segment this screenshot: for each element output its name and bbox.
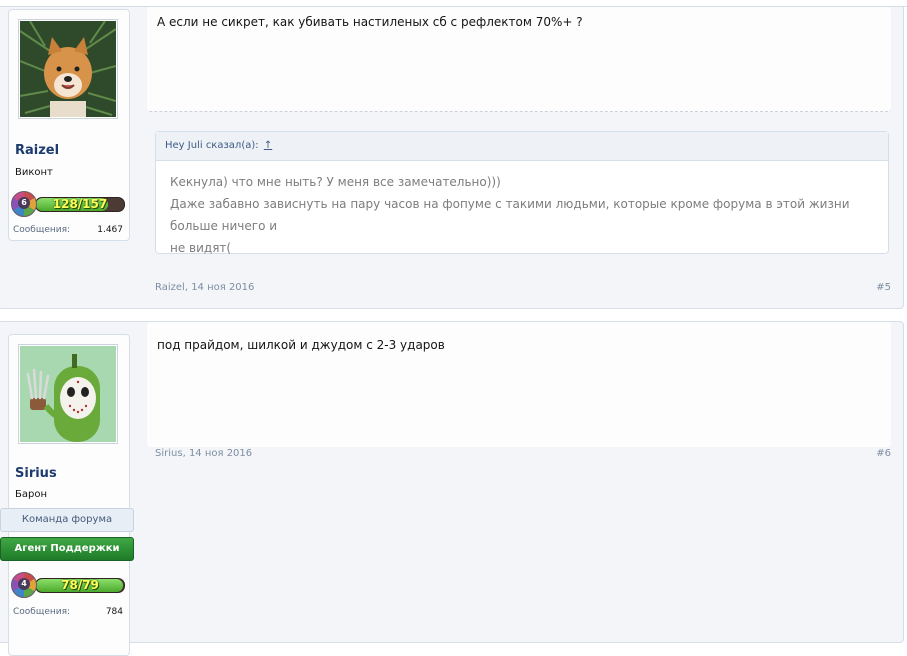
- level-bar: 78/79 4: [11, 572, 129, 598]
- user-info-panel: Raizel Виконт 128/157 6 Сообщения: 1.467: [8, 9, 130, 241]
- post-meta: Sirius, 14 ноя 2016: [155, 448, 253, 459]
- quote-line: Кекнула) что мне ныть? У меня все замеча…: [170, 175, 501, 189]
- message-count-value: 784: [105, 607, 123, 617]
- xp-text: 78/79: [61, 578, 99, 592]
- quote-said: сказал(а):: [205, 140, 259, 151]
- post-date[interactable]: 14 ноя 2016: [191, 282, 254, 293]
- level-number: 4: [18, 578, 30, 590]
- user-title: Барон: [15, 489, 47, 500]
- post-date[interactable]: 14 ноя 2016: [189, 448, 252, 459]
- quote-jump-link[interactable]: ↑: [264, 140, 272, 151]
- message-content: под прайдом, шилкой и джудом с 2-3 ударо…: [147, 322, 891, 447]
- avatar[interactable]: [18, 344, 118, 444]
- quote-header: Hey Juli сказал(а): ↑: [156, 132, 888, 161]
- quote-block: Hey Juli сказал(а): ↑ Кекнула) что мне н…: [155, 131, 889, 255]
- avatar-image-dog: [20, 21, 116, 117]
- username[interactable]: Sirius: [15, 466, 57, 481]
- avatar-image-monster: [20, 346, 116, 442]
- quote-body: Кекнула) что мне ныть? У меня все замеча…: [156, 161, 888, 269]
- message-count-label: Сообщения:: [13, 607, 71, 617]
- post-6: Sirius Барон Команда форума Агент Поддер…: [0, 321, 904, 656]
- avatar[interactable]: [18, 19, 118, 119]
- team-badge: Команда форума: [0, 508, 134, 532]
- xp-track: 78/79: [35, 578, 125, 593]
- message-text: А если не сикрет, как убивать настиленых…: [157, 15, 583, 29]
- username[interactable]: Raizel: [15, 143, 59, 158]
- user-title: Виконт: [15, 167, 53, 178]
- post-number-link[interactable]: #6: [876, 448, 891, 459]
- level-bar: 128/157 6: [11, 191, 129, 217]
- support-badge: Агент Поддержки: [0, 537, 134, 561]
- quote-line: не видят(: [170, 241, 232, 255]
- page-top-border: [0, 0, 907, 7]
- level-badge: 6: [11, 191, 37, 217]
- user-info-panel: Sirius Барон Команда форума Агент Поддер…: [0, 334, 134, 656]
- post-author-link[interactable]: Raizel: [155, 282, 185, 293]
- post-5: Raizel Виконт 128/157 6 Сообщения: 1.467…: [0, 7, 904, 309]
- quote-author: Hey Juli: [165, 140, 203, 151]
- message-count: Сообщения: 1.467: [13, 225, 123, 235]
- post-author-link[interactable]: Sirius: [155, 448, 183, 459]
- post-number-link[interactable]: #5: [876, 282, 891, 293]
- level-badge: 4: [11, 572, 37, 598]
- quote-line: Даже забавно зависнуть на пару часов на …: [170, 197, 850, 233]
- xp-text: 128/157: [52, 197, 108, 211]
- xp-track: 128/157: [35, 197, 125, 212]
- message-count-label: Сообщения:: [13, 225, 71, 235]
- level-number: 6: [18, 197, 30, 209]
- message-content: А если не сикрет, как убивать настиленых…: [147, 7, 891, 112]
- message-text: под прайдом, шилкой и джудом с 2-3 ударо…: [157, 338, 445, 352]
- post-meta: Raizel, 14 ноя 2016: [155, 282, 255, 293]
- message-count-value: 1.467: [97, 225, 123, 235]
- message-count: Сообщения: 784: [13, 607, 123, 617]
